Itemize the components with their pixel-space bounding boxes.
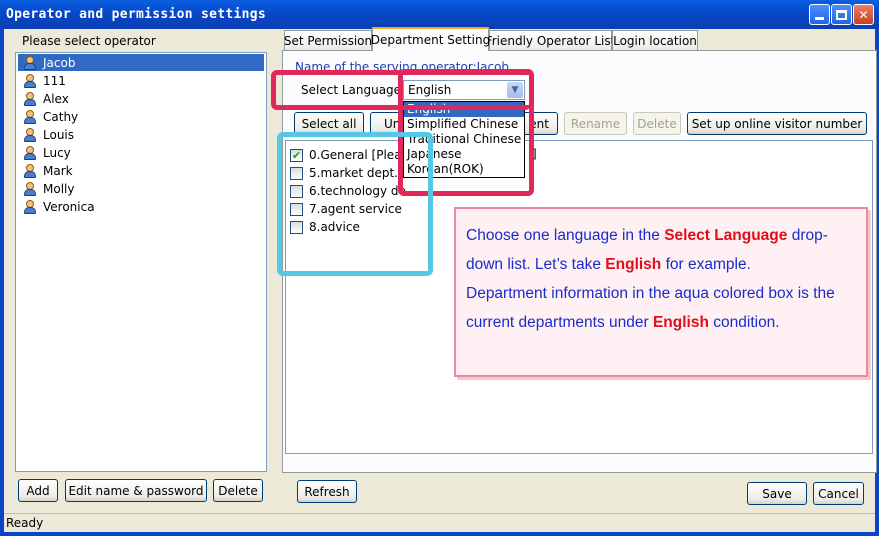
- department-checkbox[interactable]: [290, 220, 303, 234]
- select-all-button[interactable]: Select all: [294, 112, 364, 135]
- operator-item-molly[interactable]: Molly: [18, 180, 264, 197]
- minimize-icon: [815, 17, 824, 20]
- add-operator-button[interactable]: Add: [18, 479, 58, 502]
- close-icon: ✕: [858, 7, 869, 22]
- instruction-callout: Choose one language in the Select Langua…: [454, 207, 868, 377]
- maximize-icon: [836, 9, 847, 20]
- setup-online-visitor-number-button[interactable]: Set up online visitor number: [687, 112, 867, 135]
- department-item-technology[interactable]: 6.technology de: [290, 182, 406, 200]
- maximize-button[interactable]: [831, 4, 852, 25]
- operator-item-veronica[interactable]: Veronica: [18, 198, 264, 215]
- close-button[interactable]: ✕: [853, 4, 874, 25]
- tab-set-permission[interactable]: Set Permission: [284, 30, 372, 50]
- department-label-suffix: ]: [532, 147, 537, 161]
- operator-label: Lucy: [43, 145, 71, 160]
- department-label: 8.advice: [309, 220, 360, 234]
- department-label: 5.market dept.: [309, 166, 398, 180]
- operator-label: Mark: [43, 163, 73, 178]
- language-option-japanese[interactable]: Japanese: [404, 147, 524, 162]
- status-bar: Ready: [4, 513, 875, 532]
- user-icon: [23, 145, 37, 160]
- user-icon: [23, 73, 37, 88]
- operator-label: Jacob: [43, 55, 76, 70]
- language-option-korean[interactable]: Korean(ROK): [404, 162, 524, 177]
- operator-item-alex[interactable]: Alex: [18, 90, 264, 107]
- window-frame-bottom: [0, 532, 879, 536]
- refresh-button[interactable]: Refresh: [297, 480, 357, 503]
- operator-list[interactable]: Jacob 111 Alex Cathy Louis Lucy Mark Mol…: [15, 52, 267, 472]
- operator-label: Louis: [43, 127, 75, 142]
- rename-button[interactable]: Rename: [564, 112, 627, 135]
- select-language-label: Select Language: [301, 83, 402, 97]
- edit-name-password-button[interactable]: Edit name & password: [65, 479, 207, 502]
- department-checkbox[interactable]: ✔: [290, 148, 303, 162]
- callout-line-2: down list. Let’s take English for exampl…: [466, 256, 751, 273]
- user-icon: [23, 181, 37, 196]
- tab-friendly-operator-list[interactable]: Friendly Operator List: [486, 30, 615, 50]
- checkmark-icon: ✔: [291, 148, 302, 162]
- operator-item-jacob[interactable]: Jacob: [18, 54, 264, 71]
- chevron-down-icon[interactable]: ▼: [507, 82, 523, 98]
- department-item-advice[interactable]: 8.advice: [290, 218, 360, 236]
- user-icon: [23, 109, 37, 124]
- operator-label: Alex: [43, 91, 69, 106]
- department-label: 7.agent service: [309, 202, 402, 216]
- user-icon: [23, 199, 37, 214]
- callout-line-3: Department information in the aqua color…: [466, 285, 835, 302]
- language-option-simplified-chinese[interactable]: Simplified Chinese: [404, 117, 524, 132]
- operator-item-cathy[interactable]: Cathy: [18, 108, 264, 125]
- add-department-button[interactable]: ent: [520, 112, 558, 135]
- operator-label: Veronica: [43, 199, 95, 214]
- callout-line-4: current departments under English condit…: [466, 314, 780, 331]
- save-button[interactable]: Save: [747, 482, 807, 505]
- language-select[interactable]: English ▼: [403, 80, 525, 100]
- window-title: Operator and permission settings: [6, 7, 267, 22]
- callout-line-1: Choose one language in the Select Langua…: [466, 227, 828, 244]
- operator-list-header: Please select operator: [22, 34, 156, 48]
- language-dropdown-list: English Simplified Chinese Traditional C…: [403, 101, 525, 178]
- department-item-agent-service[interactable]: 7.agent service: [290, 200, 402, 218]
- tab-department-setting[interactable]: Department Setting: [371, 27, 490, 51]
- operator-label: 111: [43, 73, 66, 88]
- operator-item-111[interactable]: 111: [18, 72, 264, 89]
- language-option-traditional-chinese[interactable]: Traditional Chinese: [404, 132, 524, 147]
- department-item-market[interactable]: 5.market dept.: [290, 164, 398, 182]
- user-icon: [23, 163, 37, 178]
- language-select-value: English: [408, 83, 452, 97]
- department-checkbox[interactable]: [290, 202, 303, 216]
- department-label: 6.technology de: [309, 184, 406, 198]
- delete-department-button[interactable]: Delete: [633, 112, 681, 135]
- department-checkbox[interactable]: [290, 166, 303, 180]
- title-bar: Operator and permission settings ✕: [0, 0, 879, 29]
- tab-login-location[interactable]: Login location: [612, 30, 698, 50]
- cancel-button[interactable]: Cancel: [813, 482, 864, 505]
- operator-label: Molly: [43, 181, 75, 196]
- operator-label: Cathy: [43, 109, 79, 124]
- department-label: 0.General [Please: [309, 148, 416, 162]
- serving-operator-label: Name of the serving operator:Jacob: [295, 60, 510, 74]
- operator-item-lucy[interactable]: Lucy: [18, 144, 264, 161]
- department-checkbox[interactable]: [290, 184, 303, 198]
- department-item-general[interactable]: ✔ 0.General [Please: [290, 146, 415, 164]
- user-icon: [23, 127, 37, 142]
- operator-item-louis[interactable]: Louis: [18, 126, 264, 143]
- status-text: Ready: [6, 516, 44, 530]
- delete-operator-button[interactable]: Delete: [213, 479, 263, 502]
- language-option-english[interactable]: English: [404, 102, 524, 117]
- minimize-button[interactable]: [809, 4, 830, 25]
- user-icon: [23, 91, 37, 106]
- operator-item-mark[interactable]: Mark: [18, 162, 264, 179]
- user-icon: [23, 55, 37, 70]
